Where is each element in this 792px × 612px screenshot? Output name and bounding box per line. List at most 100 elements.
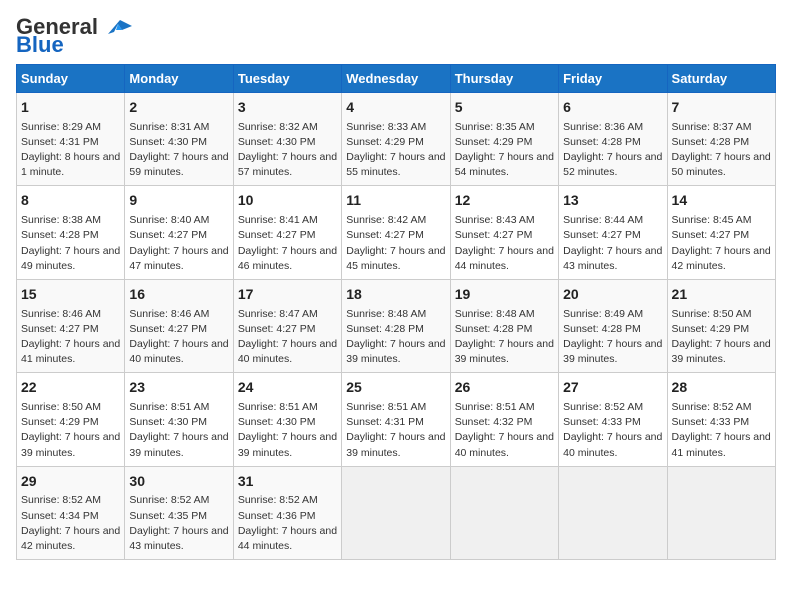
day-cell: 22Sunrise: 8:50 AMSunset: 4:29 PMDayligh… bbox=[17, 373, 125, 466]
day-info: Sunrise: 8:48 AMSunset: 4:28 PMDaylight:… bbox=[455, 307, 554, 368]
day-info: Sunrise: 8:52 AMSunset: 4:33 PMDaylight:… bbox=[563, 400, 662, 461]
day-cell: 4Sunrise: 8:33 AMSunset: 4:29 PMDaylight… bbox=[342, 93, 450, 186]
header-day-monday: Monday bbox=[125, 65, 233, 93]
day-number: 17 bbox=[238, 285, 337, 305]
day-cell: 21Sunrise: 8:50 AMSunset: 4:29 PMDayligh… bbox=[667, 279, 775, 372]
day-info: Sunrise: 8:48 AMSunset: 4:28 PMDaylight:… bbox=[346, 307, 445, 368]
day-cell: 5Sunrise: 8:35 AMSunset: 4:29 PMDaylight… bbox=[450, 93, 558, 186]
day-number: 18 bbox=[346, 285, 445, 305]
day-info: Sunrise: 8:33 AMSunset: 4:29 PMDaylight:… bbox=[346, 120, 445, 181]
day-info: Sunrise: 8:42 AMSunset: 4:27 PMDaylight:… bbox=[346, 213, 445, 274]
day-cell: 29Sunrise: 8:52 AMSunset: 4:34 PMDayligh… bbox=[17, 466, 125, 559]
day-cell: 18Sunrise: 8:48 AMSunset: 4:28 PMDayligh… bbox=[342, 279, 450, 372]
day-info: Sunrise: 8:51 AMSunset: 4:30 PMDaylight:… bbox=[129, 400, 228, 461]
day-number: 6 bbox=[563, 98, 662, 118]
day-number: 11 bbox=[346, 191, 445, 211]
calendar-table: SundayMondayTuesdayWednesdayThursdayFrid… bbox=[16, 64, 776, 560]
day-number: 15 bbox=[21, 285, 120, 305]
day-info: Sunrise: 8:50 AMSunset: 4:29 PMDaylight:… bbox=[21, 400, 120, 461]
day-cell: 12Sunrise: 8:43 AMSunset: 4:27 PMDayligh… bbox=[450, 186, 558, 279]
header-day-tuesday: Tuesday bbox=[233, 65, 341, 93]
day-info: Sunrise: 8:50 AMSunset: 4:29 PMDaylight:… bbox=[672, 307, 771, 368]
day-info: Sunrise: 8:51 AMSunset: 4:31 PMDaylight:… bbox=[346, 400, 445, 461]
day-number: 10 bbox=[238, 191, 337, 211]
day-number: 12 bbox=[455, 191, 554, 211]
day-number: 3 bbox=[238, 98, 337, 118]
day-number: 27 bbox=[563, 378, 662, 398]
day-info: Sunrise: 8:38 AMSunset: 4:28 PMDaylight:… bbox=[21, 213, 120, 274]
day-cell: 9Sunrise: 8:40 AMSunset: 4:27 PMDaylight… bbox=[125, 186, 233, 279]
day-info: Sunrise: 8:52 AMSunset: 4:33 PMDaylight:… bbox=[672, 400, 771, 461]
calendar-header: SundayMondayTuesdayWednesdayThursdayFrid… bbox=[17, 65, 776, 93]
day-cell: 26Sunrise: 8:51 AMSunset: 4:32 PMDayligh… bbox=[450, 373, 558, 466]
day-number: 14 bbox=[672, 191, 771, 211]
day-number: 13 bbox=[563, 191, 662, 211]
day-cell: 28Sunrise: 8:52 AMSunset: 4:33 PMDayligh… bbox=[667, 373, 775, 466]
week-row-1: 1Sunrise: 8:29 AMSunset: 4:31 PMDaylight… bbox=[17, 93, 776, 186]
day-number: 7 bbox=[672, 98, 771, 118]
day-cell: 25Sunrise: 8:51 AMSunset: 4:31 PMDayligh… bbox=[342, 373, 450, 466]
header-day-saturday: Saturday bbox=[667, 65, 775, 93]
day-number: 2 bbox=[129, 98, 228, 118]
week-row-3: 15Sunrise: 8:46 AMSunset: 4:27 PMDayligh… bbox=[17, 279, 776, 372]
day-number: 19 bbox=[455, 285, 554, 305]
header-day-wednesday: Wednesday bbox=[342, 65, 450, 93]
day-info: Sunrise: 8:41 AMSunset: 4:27 PMDaylight:… bbox=[238, 213, 337, 274]
day-info: Sunrise: 8:49 AMSunset: 4:28 PMDaylight:… bbox=[563, 307, 662, 368]
day-info: Sunrise: 8:52 AMSunset: 4:35 PMDaylight:… bbox=[129, 493, 228, 554]
day-cell: 27Sunrise: 8:52 AMSunset: 4:33 PMDayligh… bbox=[559, 373, 667, 466]
day-number: 1 bbox=[21, 98, 120, 118]
day-cell: 20Sunrise: 8:49 AMSunset: 4:28 PMDayligh… bbox=[559, 279, 667, 372]
day-info: Sunrise: 8:51 AMSunset: 4:32 PMDaylight:… bbox=[455, 400, 554, 461]
day-cell: 1Sunrise: 8:29 AMSunset: 4:31 PMDaylight… bbox=[17, 93, 125, 186]
page-header: General Blue bbox=[16, 16, 776, 56]
header-row: SundayMondayTuesdayWednesdayThursdayFrid… bbox=[17, 65, 776, 93]
day-cell bbox=[342, 466, 450, 559]
day-info: Sunrise: 8:45 AMSunset: 4:27 PMDaylight:… bbox=[672, 213, 771, 274]
week-row-2: 8Sunrise: 8:38 AMSunset: 4:28 PMDaylight… bbox=[17, 186, 776, 279]
day-number: 23 bbox=[129, 378, 228, 398]
day-cell: 23Sunrise: 8:51 AMSunset: 4:30 PMDayligh… bbox=[125, 373, 233, 466]
week-row-5: 29Sunrise: 8:52 AMSunset: 4:34 PMDayligh… bbox=[17, 466, 776, 559]
day-cell bbox=[667, 466, 775, 559]
day-cell: 14Sunrise: 8:45 AMSunset: 4:27 PMDayligh… bbox=[667, 186, 775, 279]
day-cell: 15Sunrise: 8:46 AMSunset: 4:27 PMDayligh… bbox=[17, 279, 125, 372]
day-number: 22 bbox=[21, 378, 120, 398]
logo: General Blue bbox=[16, 16, 138, 56]
day-number: 16 bbox=[129, 285, 228, 305]
day-info: Sunrise: 8:51 AMSunset: 4:30 PMDaylight:… bbox=[238, 400, 337, 461]
header-day-friday: Friday bbox=[559, 65, 667, 93]
day-number: 4 bbox=[346, 98, 445, 118]
day-number: 21 bbox=[672, 285, 771, 305]
day-cell: 30Sunrise: 8:52 AMSunset: 4:35 PMDayligh… bbox=[125, 466, 233, 559]
day-cell: 8Sunrise: 8:38 AMSunset: 4:28 PMDaylight… bbox=[17, 186, 125, 279]
day-info: Sunrise: 8:32 AMSunset: 4:30 PMDaylight:… bbox=[238, 120, 337, 181]
day-cell: 16Sunrise: 8:46 AMSunset: 4:27 PMDayligh… bbox=[125, 279, 233, 372]
day-info: Sunrise: 8:29 AMSunset: 4:31 PMDaylight:… bbox=[21, 120, 120, 181]
day-cell: 3Sunrise: 8:32 AMSunset: 4:30 PMDaylight… bbox=[233, 93, 341, 186]
day-cell: 24Sunrise: 8:51 AMSunset: 4:30 PMDayligh… bbox=[233, 373, 341, 466]
logo-bird-icon bbox=[102, 16, 138, 38]
day-number: 25 bbox=[346, 378, 445, 398]
day-number: 8 bbox=[21, 191, 120, 211]
day-info: Sunrise: 8:46 AMSunset: 4:27 PMDaylight:… bbox=[21, 307, 120, 368]
week-row-4: 22Sunrise: 8:50 AMSunset: 4:29 PMDayligh… bbox=[17, 373, 776, 466]
day-number: 28 bbox=[672, 378, 771, 398]
day-info: Sunrise: 8:31 AMSunset: 4:30 PMDaylight:… bbox=[129, 120, 228, 181]
day-cell: 17Sunrise: 8:47 AMSunset: 4:27 PMDayligh… bbox=[233, 279, 341, 372]
day-cell: 13Sunrise: 8:44 AMSunset: 4:27 PMDayligh… bbox=[559, 186, 667, 279]
day-number: 24 bbox=[238, 378, 337, 398]
day-number: 30 bbox=[129, 472, 228, 492]
day-cell: 2Sunrise: 8:31 AMSunset: 4:30 PMDaylight… bbox=[125, 93, 233, 186]
day-info: Sunrise: 8:44 AMSunset: 4:27 PMDaylight:… bbox=[563, 213, 662, 274]
day-cell: 31Sunrise: 8:52 AMSunset: 4:36 PMDayligh… bbox=[233, 466, 341, 559]
day-info: Sunrise: 8:36 AMSunset: 4:28 PMDaylight:… bbox=[563, 120, 662, 181]
day-number: 31 bbox=[238, 472, 337, 492]
day-info: Sunrise: 8:35 AMSunset: 4:29 PMDaylight:… bbox=[455, 120, 554, 181]
day-info: Sunrise: 8:37 AMSunset: 4:28 PMDaylight:… bbox=[672, 120, 771, 181]
day-info: Sunrise: 8:40 AMSunset: 4:27 PMDaylight:… bbox=[129, 213, 228, 274]
day-cell: 6Sunrise: 8:36 AMSunset: 4:28 PMDaylight… bbox=[559, 93, 667, 186]
day-number: 20 bbox=[563, 285, 662, 305]
logo-blue: Blue bbox=[16, 34, 64, 56]
day-info: Sunrise: 8:47 AMSunset: 4:27 PMDaylight:… bbox=[238, 307, 337, 368]
